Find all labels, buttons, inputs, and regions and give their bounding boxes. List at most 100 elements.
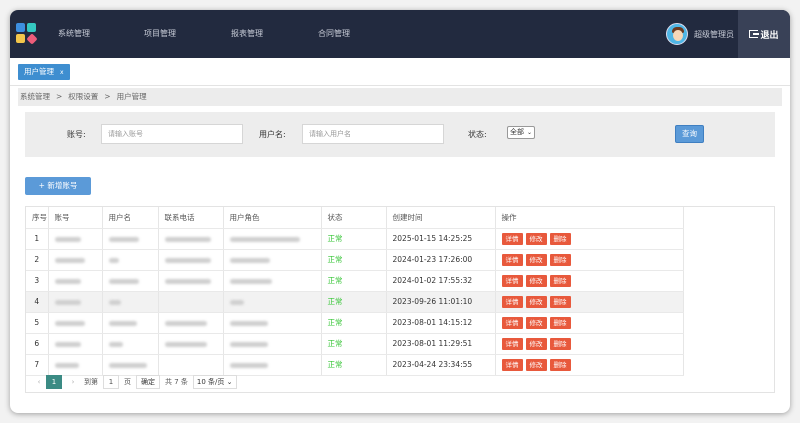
goto-page-input[interactable]: 1	[103, 375, 119, 389]
edit-button[interactable]: 修改	[525, 295, 547, 308]
edit-button[interactable]: 修改	[525, 358, 547, 371]
detail-button[interactable]: 详情	[501, 337, 523, 350]
edit-button[interactable]: 修改	[525, 253, 547, 266]
delete-button[interactable]: 删除	[549, 232, 571, 245]
row-index: 6	[26, 333, 49, 355]
redacted-cell	[102, 249, 159, 271]
detail-button[interactable]: 详情	[501, 274, 523, 287]
redacted-cell	[102, 270, 159, 292]
redacted-cell	[48, 312, 103, 334]
pagination: ‹ 1 › 到第 1 页 确定 共 7 条 10 条/页 ⌄	[26, 373, 237, 391]
col-header: 用户名	[102, 207, 159, 229]
redacted-cell	[158, 249, 224, 271]
col-header: 状态	[321, 207, 387, 229]
edit-button[interactable]: 修改	[525, 232, 547, 245]
created-time: 2025-01-15 14:25:25	[386, 228, 496, 250]
detail-button[interactable]: 详情	[501, 295, 523, 308]
edit-button[interactable]: 修改	[525, 316, 547, 329]
redacted-cell	[223, 249, 322, 271]
redacted-cell	[102, 354, 159, 376]
detail-button[interactable]: 详情	[501, 232, 523, 245]
page-unit-label: 页	[124, 378, 131, 386]
row-index: 4	[26, 291, 49, 313]
created-time: 2023-09-26 11:01:10	[386, 291, 496, 313]
row-index: 1	[26, 228, 49, 250]
add-account-button[interactable]: + 新增账号	[25, 177, 91, 195]
nav-item-system[interactable]: 系统管理	[58, 10, 90, 58]
actions-cell: 详情 修改 删除	[495, 312, 684, 334]
actions-cell: 详情 修改 删除	[495, 270, 684, 292]
status-cell: 正常	[321, 270, 387, 292]
status-text: 正常	[327, 360, 343, 369]
created-time: 2024-01-02 17:55:32	[386, 270, 496, 292]
status-cell: 正常	[321, 228, 387, 250]
status-cell: 正常	[321, 291, 387, 313]
edit-button[interactable]: 修改	[525, 337, 547, 350]
logout-label: 退出	[760, 30, 779, 41]
status-text: 正常	[327, 234, 343, 243]
redacted-cell	[223, 333, 322, 355]
table-row: 4 正常 2023-09-26 11:01:10 详情 修改 删除	[26, 291, 684, 313]
row-index: 2	[26, 249, 49, 271]
status-text: 正常	[327, 255, 343, 264]
row-index: 7	[26, 354, 49, 376]
breadcrumb-separator: >	[104, 92, 111, 101]
account-input[interactable]	[101, 124, 243, 144]
status-cell: 正常	[321, 333, 387, 355]
edit-button[interactable]: 修改	[525, 274, 547, 287]
col-header: 操作	[495, 207, 684, 229]
col-header: 联系电话	[158, 207, 224, 229]
table-row: 7 正常 2023-04-24 23:34:55 详情 修改 删除	[26, 354, 684, 376]
redacted-cell	[223, 270, 322, 292]
nav-item-contract[interactable]: 合同管理	[318, 10, 350, 58]
actions-cell: 详情 修改 删除	[495, 228, 684, 250]
nav-item-project[interactable]: 项目管理	[144, 10, 176, 58]
table-header-row: 序号 账号 用户名 联系电话 用户角色 状态 创建时间 操作	[26, 207, 684, 229]
tab-label: 用户管理	[24, 67, 54, 76]
redacted-cell	[48, 249, 103, 271]
tab-user-management[interactable]: 用户管理 x	[18, 64, 70, 80]
goto-label: 到第	[84, 378, 98, 386]
logout-button[interactable]: 退出	[738, 10, 790, 58]
page-number-current[interactable]: 1	[46, 375, 62, 389]
col-header: 用户角色	[223, 207, 322, 229]
page-size-select[interactable]: 10 条/页 ⌄	[192, 375, 237, 389]
logout-icon	[749, 30, 760, 38]
redacted-cell	[223, 312, 322, 334]
row-index: 5	[26, 312, 49, 334]
status-select[interactable]: 全部 ⌄	[507, 126, 535, 139]
next-page-icon[interactable]: ›	[66, 378, 80, 386]
delete-button[interactable]: 删除	[549, 253, 571, 266]
tab-close-icon[interactable]: x	[60, 69, 64, 76]
user-menu[interactable]: 超级管理员	[666, 10, 734, 58]
chevron-down-icon: ⌄	[526, 129, 532, 136]
avatar[interactable]	[666, 23, 688, 45]
query-button[interactable]: 查询	[675, 125, 704, 143]
redacted-cell	[158, 312, 224, 334]
delete-button[interactable]: 删除	[549, 358, 571, 371]
detail-button[interactable]: 详情	[501, 358, 523, 371]
nav-item-report[interactable]: 报表管理	[231, 10, 263, 58]
actions-cell: 详情 修改 删除	[495, 333, 684, 355]
goto-confirm-button[interactable]: 确定	[136, 375, 160, 389]
redacted-cell	[158, 333, 224, 355]
search-panel: 账号: 用户名: 状态: 全部⌄ 查询	[25, 112, 775, 157]
detail-button[interactable]: 详情	[501, 253, 523, 266]
redacted-cell	[102, 228, 159, 250]
total-count: 共 7 条	[165, 378, 188, 386]
breadcrumb-separator: >	[56, 92, 63, 101]
delete-button[interactable]: 删除	[549, 337, 571, 350]
app-logo-icon	[16, 23, 38, 45]
delete-button[interactable]: 删除	[549, 295, 571, 308]
detail-button[interactable]: 详情	[501, 316, 523, 329]
breadcrumb-item[interactable]: 权限设置	[68, 92, 98, 101]
username-input[interactable]	[302, 124, 444, 144]
status-cell: 正常	[321, 249, 387, 271]
delete-button[interactable]: 删除	[549, 316, 571, 329]
user-table: 序号 账号 用户名 联系电话 用户角色 状态 创建时间 操作 1 正常 2025-0…	[25, 206, 775, 393]
breadcrumb-item[interactable]: 系统管理	[20, 92, 50, 101]
delete-button[interactable]: 删除	[549, 274, 571, 287]
redacted-cell	[102, 312, 159, 334]
status-select-value: 全部	[510, 128, 524, 136]
prev-page-icon[interactable]: ‹	[32, 378, 46, 386]
